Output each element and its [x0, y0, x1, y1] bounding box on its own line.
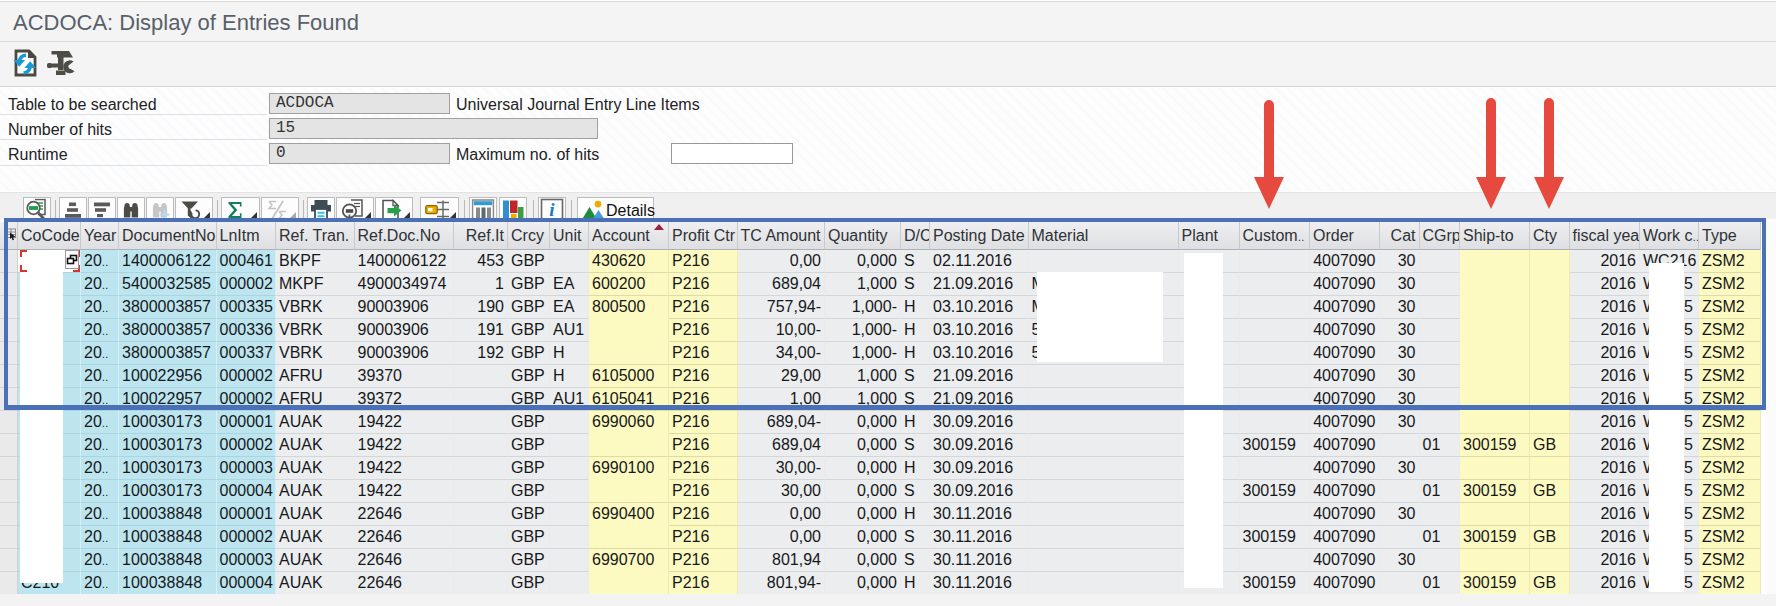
- svg-text:i: i: [549, 199, 555, 220]
